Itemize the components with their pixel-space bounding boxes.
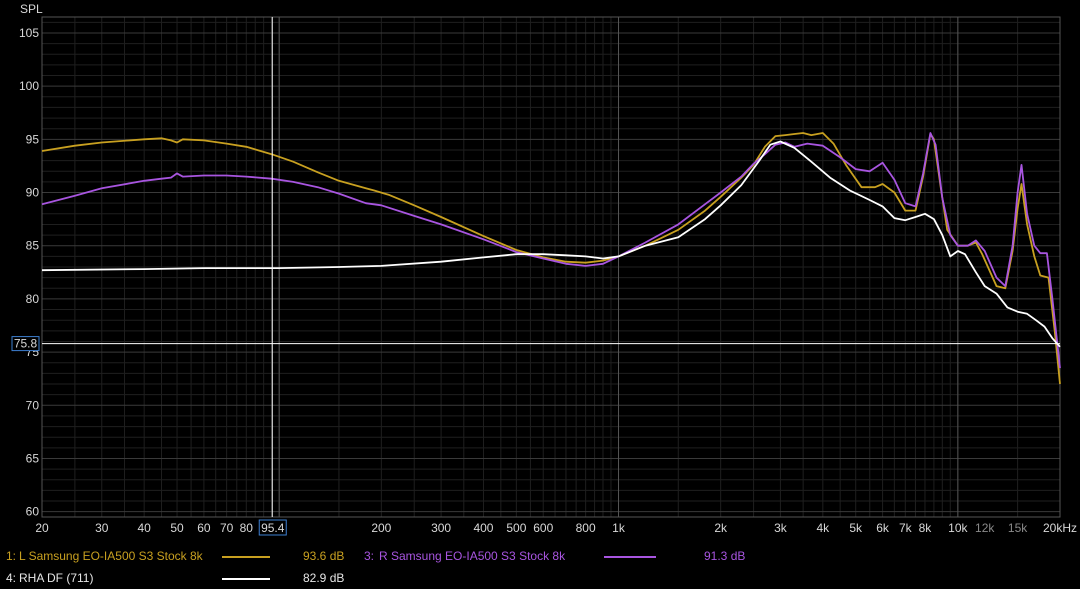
legend-entry-3[interactable]: 3: R Samsung EO-IA500 S3 Stock 8k 91.3 d… [364,549,764,565]
x-tick-label: 10k [948,521,968,535]
x-tick-label: 400 [473,521,493,535]
x-tick-label: 300 [431,521,451,535]
legend-entry-1[interactable]: 1: L Samsung EO-IA500 S3 Stock 8k 93.6 d… [0,549,360,565]
x-tick-label: 4k [816,521,830,535]
x-tick-label: 1k [612,521,626,535]
x-tick-label: 15k [1008,521,1028,535]
y-axis-label: SPL [20,2,43,16]
x-tick-label: 800 [576,521,596,535]
legend-value-1: 93.6 dB [303,549,345,563]
legend-name-4: RHA DF (711) [19,571,94,585]
legend-name-3: R Samsung EO-IA500 S3 Stock 8k [379,549,566,563]
y-tick-label: 85 [26,239,40,253]
y-tick-label: 105 [19,26,39,40]
legend-swatch-4 [222,578,270,580]
cursor-y-readout: 75.8 [14,337,38,351]
x-tick-label: 6k [876,521,890,535]
x-tick-label: 50 [170,521,184,535]
x-tick-label: 80 [240,521,254,535]
x-tick-label: 12k [975,521,995,535]
y-tick-label: 90 [26,186,40,200]
legend-id-4: 4: [6,571,17,585]
y-tick-label: 100 [19,79,39,93]
x-tick-label: 30 [95,521,109,535]
y-tick-label: 65 [26,451,40,465]
legend-swatch-3 [604,556,656,558]
x-tick-label: 7k [899,521,913,535]
frequency-response-chart: SPL 6065707580859095100105 20 30 40 50 60 70 8… [0,0,1080,545]
y-tick-label: 95 [26,132,40,146]
x-tick-label: 2k [714,521,728,535]
x-tick-label: 600 [533,521,553,535]
cursor-x-readout: 95.4 [261,521,285,535]
x-tick-label: 20kHz [1043,521,1077,535]
x-tick-label: 200 [371,521,391,535]
x-tick-label: 3k [774,521,788,535]
legend-name-1: L Samsung EO-IA500 S3 Stock 8k [19,549,203,563]
x-tick-label: 20 [35,521,49,535]
legend: 1: L Samsung EO-IA500 S3 Stock 8k 93.6 d… [0,547,1080,589]
legend-id-1: 1: [6,549,17,563]
y-tick-label: 70 [26,398,40,412]
legend-entry-4[interactable]: 4: RHA DF (711) 82.9 dB [0,571,360,587]
legend-value-3: 91.3 dB [704,549,746,563]
legend-swatch-1 [222,556,270,558]
x-tick-label: 70 [220,521,234,535]
legend-value-4: 82.9 dB [303,571,345,585]
y-tick-label: 60 [26,505,40,519]
y-tick-label: 80 [26,292,40,306]
x-tick-label: 40 [137,521,151,535]
x-tick-label: 500 [506,521,526,535]
x-tick-label: 60 [197,521,211,535]
x-tick-label: 5k [849,521,863,535]
x-tick-label: 8k [919,521,933,535]
legend-id-3: 3: [364,549,375,563]
